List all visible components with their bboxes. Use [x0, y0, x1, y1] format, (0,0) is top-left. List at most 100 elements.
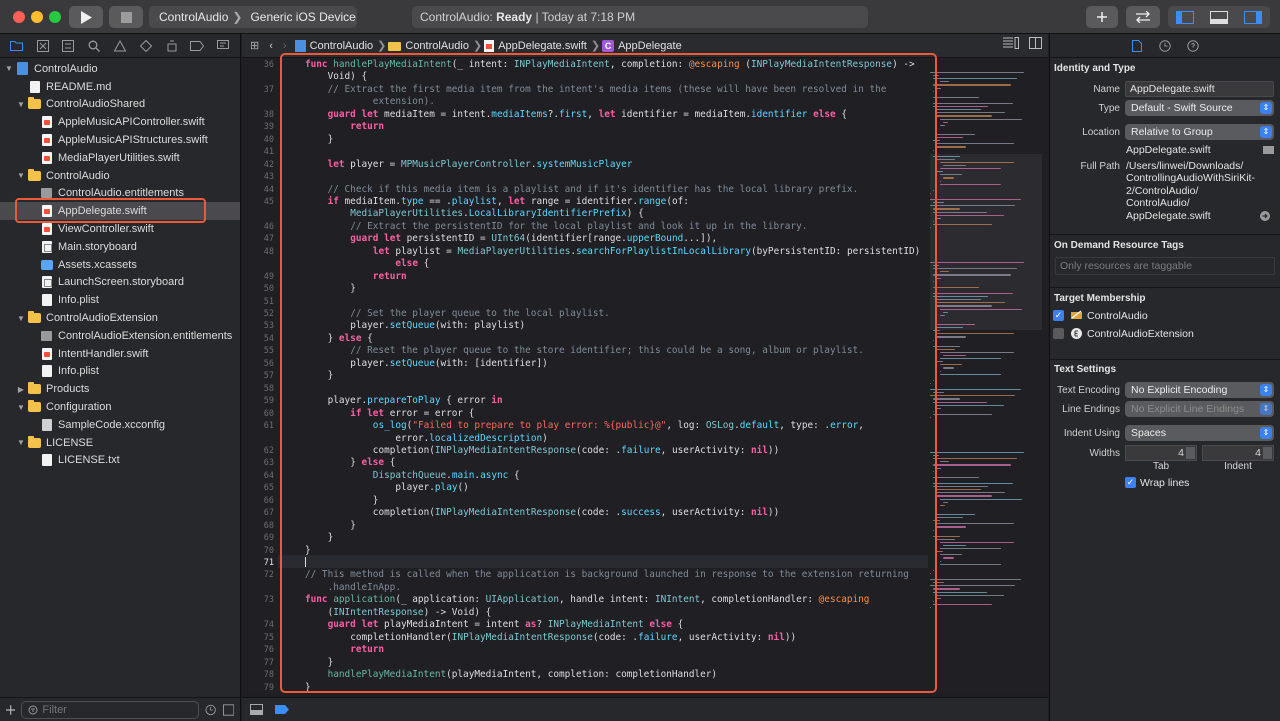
line-number[interactable]: 67 [264, 508, 274, 518]
indent-popup[interactable]: Spaces ⇕ [1125, 425, 1274, 441]
file-tree-item[interactable]: ViewController.swift [0, 220, 240, 238]
line-number[interactable]: 72 [264, 570, 274, 580]
line-number[interactable]: 75 [264, 633, 274, 643]
disclosure-open-icon[interactable]: ▼ [16, 314, 26, 323]
tab-quick-help[interactable] [1185, 38, 1201, 54]
indent-width-stepper[interactable]: 4 [1202, 445, 1274, 461]
line-number[interactable]: 61 [264, 421, 274, 431]
line-number[interactable]: 73 [264, 595, 274, 605]
scheme-selector[interactable]: ControlAudio ❯ Generic iOS Device [149, 6, 357, 28]
debug-area-toggle-icon[interactable] [250, 704, 263, 715]
toggle-inspector-button[interactable] [1236, 6, 1270, 28]
line-number[interactable]: 53 [264, 321, 274, 331]
library-button[interactable] [1086, 6, 1118, 28]
toggle-navigator-button[interactable] [1168, 6, 1202, 28]
disclosure-open-icon[interactable]: ▼ [16, 171, 26, 180]
breakpoints-toggle-icon[interactable] [275, 705, 289, 714]
tab-source-control[interactable] [30, 36, 56, 56]
source-editor[interactable]: 36 37 38 39 40 41 42 43 44 45 46 47 48 49 50 51 52 53 54 55… [242, 58, 1048, 694]
tab-find-navigator[interactable] [81, 36, 107, 56]
jump-bar-file[interactable]: AppDelegate.swift [484, 39, 587, 52]
file-tree-item[interactable]: ▼ ControlAudio [0, 167, 240, 185]
stop-button[interactable] [109, 6, 143, 28]
file-tree-item[interactable]: MediaPlayerUtilities.swift [0, 149, 240, 167]
line-number[interactable]: 66 [264, 496, 274, 506]
file-tree-item[interactable]: LICENSE.txt [0, 452, 240, 470]
close-window-button[interactable] [13, 11, 25, 23]
name-field[interactable]: AppDelegate.swift [1125, 81, 1274, 97]
file-tree-item[interactable]: Info.plist [0, 363, 240, 381]
file-tree-item[interactable]: AppDelegate.swift [0, 202, 240, 221]
line-number[interactable]: 55 [264, 346, 274, 356]
minimap[interactable] [930, 62, 1042, 690]
minimize-window-button[interactable] [31, 11, 43, 23]
minimap-visible-region[interactable] [930, 154, 1042, 330]
related-items-icon[interactable]: ⊞ [250, 39, 259, 52]
tab-report-navigator[interactable] [210, 36, 236, 56]
run-button[interactable] [69, 6, 103, 28]
tab-breakpoint-navigator[interactable] [184, 36, 210, 56]
plus-icon[interactable] [6, 704, 16, 715]
line-number[interactable]: 79 [264, 683, 274, 693]
line-number[interactable]: 45 [264, 197, 274, 207]
file-tree-item[interactable]: AppleMusicAPIStructures.swift [0, 131, 240, 149]
file-tree-item[interactable]: ControlAudioExtension.entitlements [0, 327, 240, 345]
line-number[interactable]: 56 [264, 359, 274, 369]
line-number[interactable]: 57 [264, 371, 274, 381]
disclosure-open-icon[interactable]: ▼ [16, 100, 26, 109]
line-number[interactable]: 58 [264, 384, 274, 394]
filter-input[interactable] [42, 703, 193, 716]
file-tree-item[interactable]: ▶ Products [0, 380, 240, 398]
tab-project-navigator[interactable] [4, 36, 30, 56]
source-control-filter-icon[interactable] [222, 703, 234, 716]
recent-files-icon[interactable] [205, 704, 217, 716]
file-tree-item[interactable]: ▼ LICENSE [0, 434, 240, 452]
stepper-icon[interactable] [1186, 447, 1195, 459]
jump-bar-symbol[interactable]: C AppDelegate [602, 39, 682, 52]
file-tree-item[interactable]: ControlAudio.entitlements [0, 185, 240, 203]
line-number[interactable]: 69 [264, 533, 274, 543]
file-tree-item[interactable]: ▼ ControlAudioExtension [0, 309, 240, 327]
location-popup[interactable]: Relative to Group ⇕ [1125, 124, 1274, 140]
line-number[interactable]: 40 [264, 135, 274, 145]
line-number[interactable]: 70 [264, 546, 274, 556]
toggle-debug-area-button[interactable] [1202, 6, 1236, 28]
filter-field[interactable] [21, 700, 200, 719]
line-number[interactable]: 60 [264, 409, 274, 419]
encoding-popup[interactable]: No Explicit Encoding ⇕ [1125, 382, 1274, 398]
line-number[interactable]: 74 [264, 620, 274, 630]
line-number[interactable]: 44 [264, 185, 274, 195]
file-tree-item[interactable]: SampleCode.xcconfig [0, 416, 240, 434]
file-tree-item[interactable]: ▼ ControlAudio [0, 60, 240, 78]
line-number[interactable]: 59 [264, 396, 274, 406]
disclosure-closed-icon[interactable]: ▶ [16, 385, 26, 394]
tab-test-navigator[interactable] [133, 36, 159, 56]
disclosure-open-icon[interactable]: ▼ [16, 438, 26, 447]
file-tree-item[interactable]: Info.plist [0, 291, 240, 309]
target-controlaudio-checkbox[interactable]: ✓ [1053, 310, 1064, 321]
file-tree-item[interactable]: Assets.xcassets [0, 256, 240, 274]
line-number[interactable]: 54 [264, 334, 274, 344]
file-tree-item[interactable]: AppleMusicAPIController.swift [0, 113, 240, 131]
tab-width-stepper[interactable]: 4 [1125, 445, 1197, 461]
add-editor-icon[interactable] [1029, 37, 1042, 49]
wrap-lines-checkbox[interactable]: ✓ [1125, 477, 1136, 488]
line-number[interactable]: 48 [264, 247, 274, 257]
tab-issue-navigator[interactable] [107, 36, 133, 56]
line-number[interactable]: 39 [264, 122, 274, 132]
tab-history-inspector[interactable] [1157, 38, 1173, 54]
back-button[interactable]: ‹ [269, 40, 273, 52]
line-number-gutter[interactable]: 36 37 38 39 40 41 42 43 44 45 46 47 48 49 50 51 52 53 54 55… [242, 58, 278, 694]
file-tree-item[interactable]: IntentHandler.swift [0, 345, 240, 363]
zoom-window-button[interactable] [49, 11, 61, 23]
file-tree-item[interactable]: LaunchScreen.storyboard [0, 274, 240, 292]
jump-bar-project[interactable]: ControlAudio [294, 39, 373, 52]
line-number[interactable]: 49 [264, 272, 274, 282]
line-number[interactable]: 71 [264, 558, 274, 568]
line-number[interactable]: 50 [264, 284, 274, 294]
endings-popup[interactable]: No Explicit Line Endings ⇕ [1125, 401, 1274, 417]
reveal-arrow-icon[interactable] [1260, 211, 1270, 221]
line-number[interactable]: 41 [264, 147, 274, 157]
editor-options-icon[interactable] [1003, 37, 1019, 49]
jump-bar-group[interactable]: ControlAudio [388, 40, 469, 52]
